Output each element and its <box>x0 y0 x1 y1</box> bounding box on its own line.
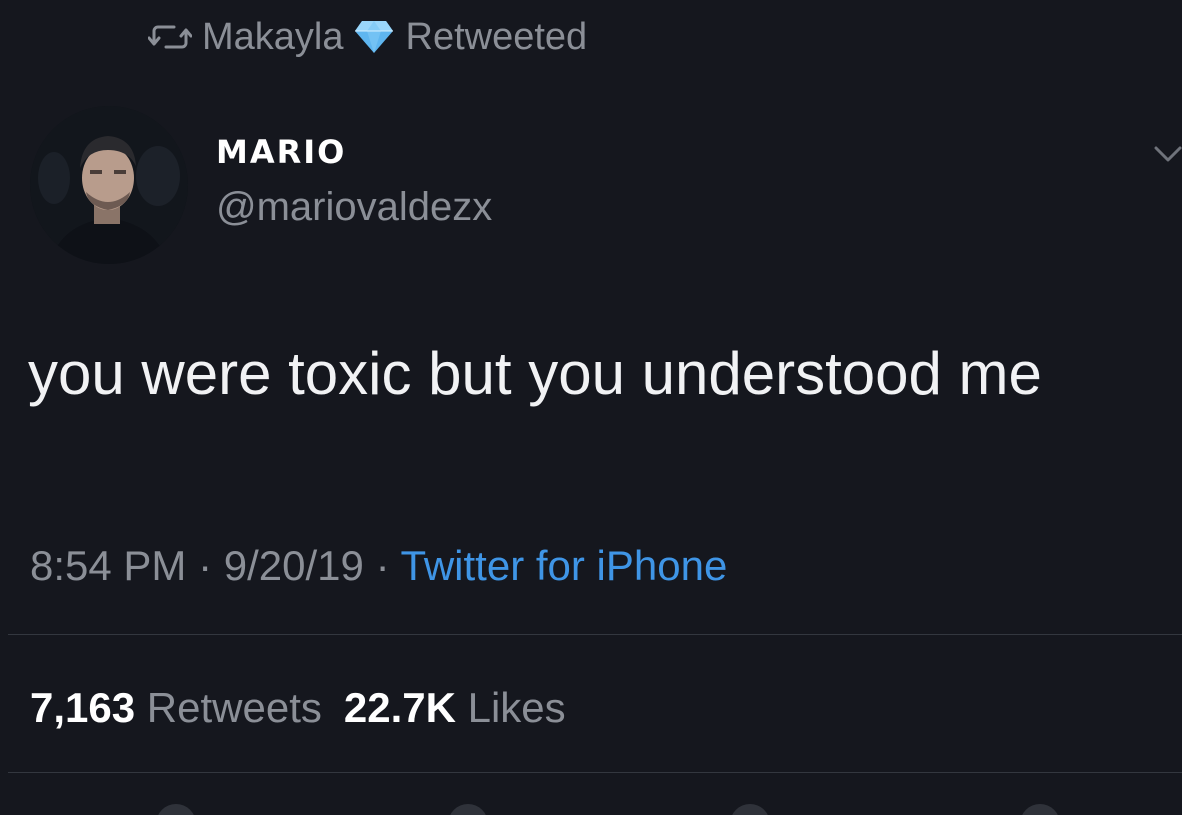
author-handle[interactable]: @mariovaldezx <box>216 184 492 230</box>
meta-separator: · <box>375 542 390 589</box>
retweeter-name[interactable]: Makayla <box>202 16 344 59</box>
tweet-meta: 8:54 PM · 9/20/19 · Twitter for iPhone <box>30 540 727 592</box>
author-name[interactable]: MARIO <box>216 132 492 172</box>
likes-count: 22.7K <box>343 684 456 731</box>
retweeted-label: Retweeted <box>405 15 588 58</box>
retweets-count: 7,163 <box>30 684 136 731</box>
retweet-context: Makayla Retweeted <box>148 14 587 60</box>
tweet-source-link[interactable]: Twitter for iPhone <box>401 542 728 589</box>
divider <box>8 634 1182 635</box>
share-icon[interactable] <box>1020 804 1060 815</box>
avatar[interactable] <box>30 106 188 264</box>
likes-stat[interactable]: 22.7K Likes <box>344 684 566 731</box>
like-icon[interactable] <box>730 804 770 815</box>
diamond-icon <box>354 19 394 55</box>
reply-icon[interactable] <box>156 804 196 815</box>
retweets-stat[interactable]: 7,163 Retweets <box>30 684 322 731</box>
retweet-icon <box>148 21 192 53</box>
tweet-date: 9/20/19 <box>223 542 364 589</box>
likes-label: Likes <box>467 684 566 731</box>
tweet-stats: 7,163 Retweets 22.7K Likes <box>30 682 566 734</box>
author-block[interactable]: MARIO @mariovaldezx <box>216 132 492 230</box>
meta-separator: · <box>198 542 213 589</box>
tweet-text: you were toxic but you understood me <box>28 340 1042 407</box>
retweets-label: Retweets <box>146 684 322 731</box>
tweet-action-bar <box>0 790 1182 815</box>
retweet-action-icon[interactable] <box>448 804 488 815</box>
chevron-down-icon[interactable] <box>1150 136 1182 172</box>
divider <box>8 772 1182 773</box>
tweet-time: 8:54 PM <box>30 542 187 589</box>
